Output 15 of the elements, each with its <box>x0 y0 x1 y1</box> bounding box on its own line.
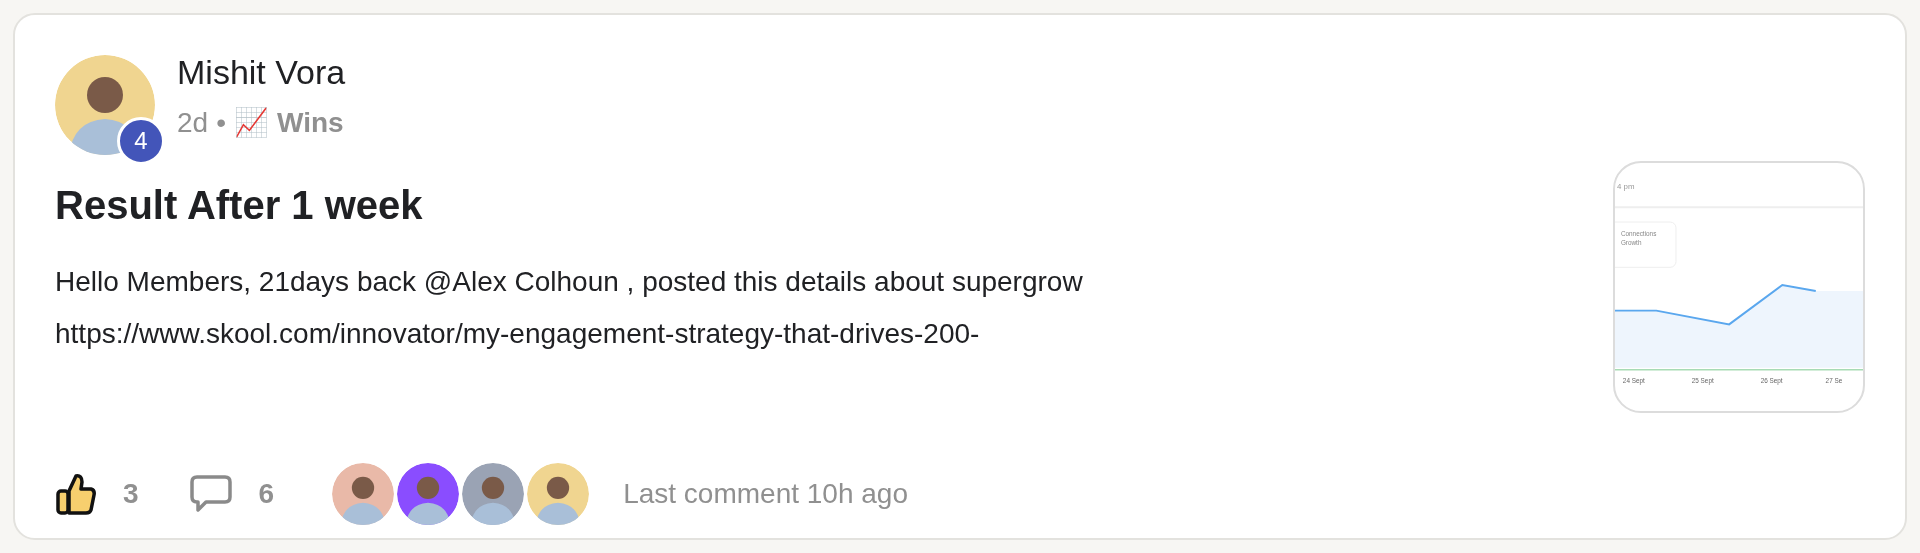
level-badge: 4 <box>117 117 165 165</box>
chart-emoji: 📈 <box>233 106 269 139</box>
stat-card <box>1615 221 1677 268</box>
last-comment-time: Last comment 10h ago <box>623 478 908 510</box>
post-text-line: Hello Members, 21days back @Alex Colhoun , posted this details about supergrow <box>55 265 1084 299</box>
like-icon[interactable] <box>55 472 97 516</box>
comment-count: 6 <box>258 478 275 510</box>
like-count: 3 <box>123 478 139 510</box>
post-title[interactable]: Result After 1 week <box>55 183 1573 228</box>
author-name[interactable]: Mishit Vora <box>177 53 346 92</box>
post-time: 2d <box>177 106 209 139</box>
comment-icon[interactable] <box>188 474 233 514</box>
time-label: 4 pm <box>1616 181 1635 191</box>
post-text-line: https://www.skool.com/innovator/my-engagement-strategy-that-drives-200- <box>55 317 981 351</box>
separator-dot: • <box>216 106 226 139</box>
